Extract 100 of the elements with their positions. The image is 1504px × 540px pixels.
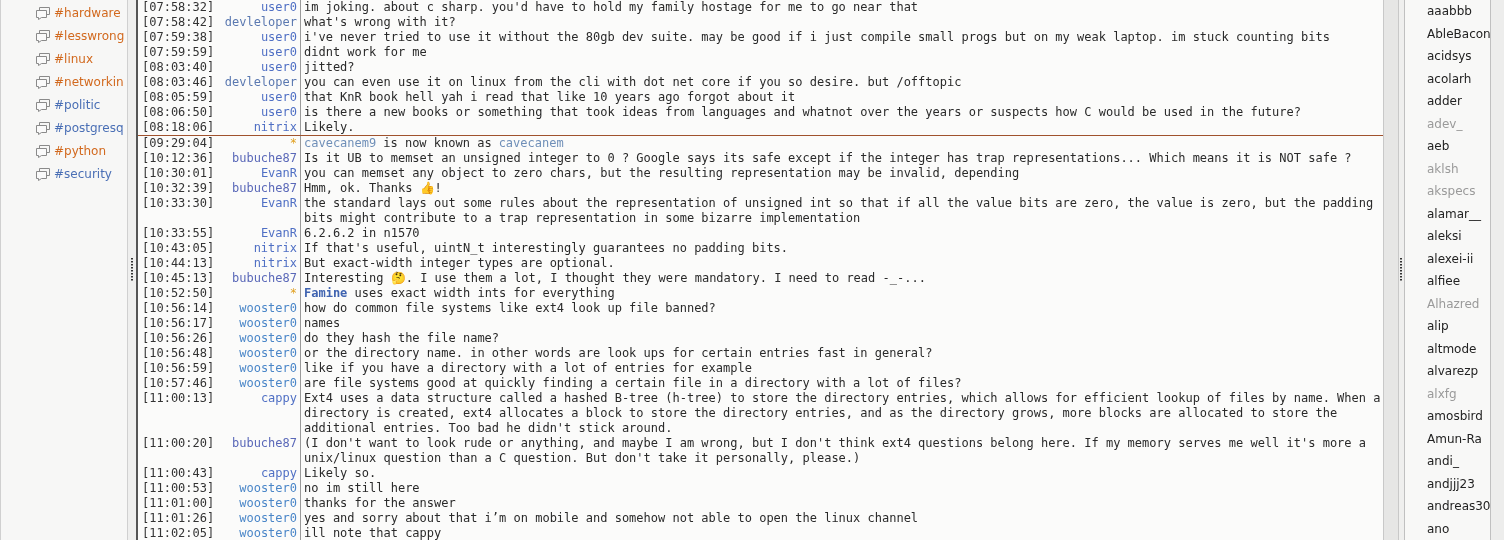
timestamp: [10:44:13] bbox=[141, 256, 216, 271]
nick[interactable]: cappy bbox=[222, 466, 300, 481]
user-item[interactable]: aeb bbox=[1427, 135, 1450, 158]
user-item[interactable]: alfiee bbox=[1427, 270, 1460, 293]
timestamp: [08:18:06] bbox=[141, 120, 216, 135]
user-item[interactable]: acolarh bbox=[1427, 67, 1472, 90]
nick[interactable]: bubuche87 bbox=[222, 151, 300, 166]
nick[interactable]: EvanR bbox=[222, 196, 300, 226]
nick[interactable]: user0 bbox=[222, 60, 300, 75]
message-text: Likely. bbox=[304, 120, 355, 134]
message-text: names bbox=[304, 316, 341, 330]
message-text: like if you have a directory with a lot of entries for example bbox=[304, 361, 752, 375]
nick[interactable]: wooster0 bbox=[222, 331, 300, 346]
message-text: you can even use it on linux from the cli with dot net core if you so desire. but /offtopic bbox=[304, 75, 962, 89]
nick[interactable]: user0 bbox=[222, 30, 300, 45]
user-item[interactable]: alvarezp bbox=[1427, 360, 1479, 383]
nick[interactable]: devleloper bbox=[222, 15, 300, 30]
message-text: 6.2.6.2 in n1570 bbox=[304, 226, 420, 240]
nick[interactable]: cappy bbox=[222, 391, 300, 436]
timestamp: [10:56:26] bbox=[141, 331, 216, 346]
chat-bubble-icon bbox=[35, 144, 51, 158]
user-item[interactable]: aklsh bbox=[1427, 157, 1459, 180]
user-item[interactable]: alxfg bbox=[1427, 382, 1457, 405]
user-item[interactable]: akspecs bbox=[1427, 180, 1476, 203]
nick[interactable]: EvanR bbox=[222, 166, 300, 181]
user-item[interactable]: AbleBacon bbox=[1427, 22, 1490, 45]
nick[interactable]: user0 bbox=[222, 0, 300, 15]
splitter-handle-icon[interactable] bbox=[1400, 258, 1403, 282]
timestamp: [10:52:50] bbox=[141, 286, 216, 301]
nick[interactable]: wooster0 bbox=[222, 511, 300, 526]
timestamp: [09:29:04] bbox=[141, 136, 216, 151]
user-item[interactable]: acidsys bbox=[1427, 45, 1472, 68]
user-item[interactable]: ano bbox=[1427, 517, 1450, 540]
user-item[interactable]: andjjj23 bbox=[1427, 472, 1475, 495]
nick[interactable]: wooster0 bbox=[222, 316, 300, 331]
nick[interactable]: wooster0 bbox=[222, 301, 300, 316]
timestamp: [11:02:05] bbox=[141, 526, 216, 540]
timestamp: [10:30:01] bbox=[141, 166, 216, 181]
chat-bubble-icon bbox=[35, 167, 51, 181]
nick[interactable]: user0 bbox=[222, 45, 300, 60]
user-item[interactable]: amosbird bbox=[1427, 405, 1483, 428]
message-text: But exact-width integer types are optional. bbox=[304, 256, 615, 270]
message-text: what's wrong with it? bbox=[304, 15, 456, 29]
user-item[interactable]: aaabbb bbox=[1427, 0, 1472, 23]
message-text: (I don't want to look rude or anything, and maybe I am wrong, but I don't think ext4 questions belong here. If my memory serves me well it's more a unix/linux question than a C question. But don't take it personally, please.) bbox=[304, 436, 1368, 465]
channel-item[interactable]: #linux bbox=[54, 50, 94, 68]
channel-item[interactable]: #politic bbox=[54, 96, 101, 114]
timestamp: [10:12:36] bbox=[141, 151, 216, 166]
timestamp: [10:45:13] bbox=[141, 271, 216, 286]
channel-item[interactable]: #security bbox=[54, 165, 112, 183]
timestamp: [08:05:59] bbox=[141, 90, 216, 105]
nick[interactable]: nitrix bbox=[222, 241, 300, 256]
user-item[interactable]: adder bbox=[1427, 90, 1462, 113]
timestamp: [10:43:05] bbox=[141, 241, 216, 256]
nick[interactable]: user0 bbox=[222, 90, 300, 105]
message-text: didnt work for me bbox=[304, 45, 427, 59]
message-text: yes and sorry about that i’m on mobile and somehow not able to open the linux channel bbox=[304, 511, 919, 525]
timestamp: [10:56:17] bbox=[141, 316, 216, 331]
nick[interactable]: bubuche87 bbox=[222, 271, 300, 286]
nick[interactable]: wooster0 bbox=[222, 481, 300, 496]
user-item[interactable]: Alhazred bbox=[1427, 292, 1480, 315]
user-item[interactable]: adev_ bbox=[1427, 112, 1463, 135]
timestamp: [10:56:14] bbox=[141, 301, 216, 316]
nick[interactable]: wooster0 bbox=[222, 361, 300, 376]
timestamp: [10:33:30] bbox=[141, 196, 216, 212]
timestamp: [10:56:48] bbox=[141, 346, 216, 361]
user-item[interactable]: alip bbox=[1427, 315, 1449, 338]
message-text: the standard lays out some rules about the representation of unsigned int so that if all the value bits are zero, the value is zero, but the padding bits might contribute to a trap representation in some bizarre implementation bbox=[304, 196, 1375, 225]
nick[interactable]: user0 bbox=[222, 105, 300, 120]
user-item[interactable]: alamar__ bbox=[1427, 202, 1482, 225]
nick[interactable]: wooster0 bbox=[222, 376, 300, 391]
channel-item[interactable]: #python bbox=[54, 142, 107, 160]
channel-item[interactable]: #networkin bbox=[54, 73, 124, 91]
user-item[interactable]: altmode bbox=[1427, 337, 1477, 360]
nick[interactable]: bubuche87 bbox=[222, 181, 300, 196]
nick[interactable]: wooster0 bbox=[222, 496, 300, 511]
timestamp: [07:58:42] bbox=[141, 15, 216, 30]
message-text: or the directory name. in other words are look ups for certain entries fast in general? bbox=[304, 346, 933, 360]
message-text: you can memset any object to zero chars, but the resulting representation may be invalid, depending bbox=[304, 166, 1020, 180]
channel-item[interactable]: #hardware bbox=[54, 4, 121, 22]
nick[interactable]: devleloper bbox=[222, 75, 300, 90]
chat-bubble-icon bbox=[35, 121, 51, 135]
user-item[interactable]: andi_ bbox=[1427, 450, 1459, 473]
nick[interactable]: nitrix bbox=[222, 256, 300, 271]
scrollbar[interactable] bbox=[1383, 0, 1399, 540]
user-item[interactable]: andreas30 bbox=[1427, 495, 1490, 518]
channel-item[interactable]: #postgresq bbox=[54, 119, 124, 137]
channel-item[interactable]: #lesswrong bbox=[54, 27, 125, 45]
nick[interactable]: EvanR bbox=[222, 226, 300, 241]
timestamp: [08:06:50] bbox=[141, 105, 216, 120]
nick[interactable]: nitrix bbox=[222, 120, 300, 135]
user-item[interactable]: Amun-Ra bbox=[1427, 427, 1482, 450]
splitter-handle-icon[interactable] bbox=[130, 258, 134, 282]
timestamp: [11:00:20] bbox=[141, 436, 216, 452]
user-item[interactable]: alexei-ii bbox=[1427, 247, 1474, 270]
nick[interactable]: bubuche87 bbox=[222, 436, 300, 466]
nick[interactable]: wooster0 bbox=[222, 526, 300, 540]
old-nick: cavecanem9 bbox=[304, 136, 377, 151]
user-item[interactable]: aleksi bbox=[1427, 225, 1462, 248]
nick[interactable]: wooster0 bbox=[222, 346, 300, 361]
